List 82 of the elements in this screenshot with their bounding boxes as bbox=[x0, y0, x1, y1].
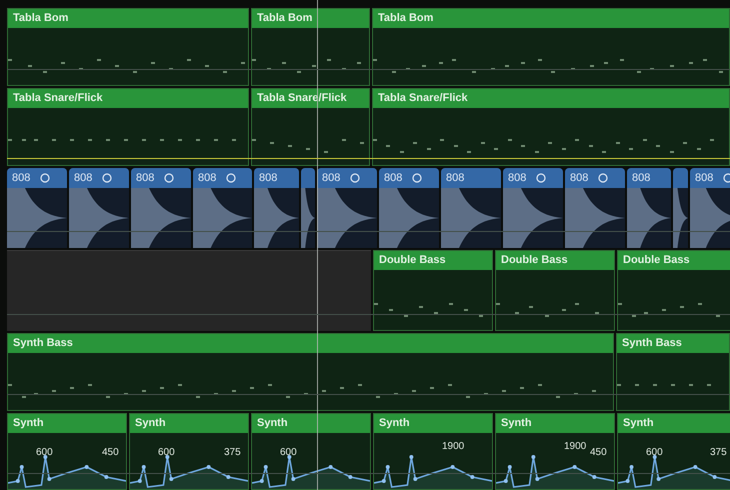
midi-region[interactable]: Double Bass bbox=[617, 250, 730, 331]
region-label: Tabla Snare/Flick bbox=[8, 89, 248, 108]
region-label: 808 bbox=[322, 172, 340, 184]
midi-region[interactable]: Tabla Bom bbox=[372, 8, 730, 86]
region-label: Tabla Bom bbox=[373, 9, 729, 28]
decay-waveform bbox=[193, 188, 252, 248]
drum-region[interactable]: 808 bbox=[193, 168, 252, 248]
region-label: 808 bbox=[695, 172, 714, 184]
automation-value: 1900 bbox=[442, 441, 464, 452]
midi-region[interactable]: Synth Bass bbox=[616, 333, 730, 411]
region-label: Synth bbox=[252, 414, 370, 433]
drum-region[interactable]: 808 bbox=[69, 168, 129, 248]
drum-region[interactable]: 808 bbox=[7, 168, 67, 248]
region-label: Tabla Bom bbox=[252, 9, 369, 28]
region-label: Synth bbox=[130, 414, 248, 433]
region-label: Synth bbox=[374, 414, 492, 433]
region-label: Synth Bass bbox=[617, 334, 729, 353]
decay-waveform bbox=[317, 188, 377, 248]
automation-value: 600 bbox=[280, 447, 297, 458]
decay-waveform bbox=[690, 188, 730, 248]
decay-waveform bbox=[301, 188, 315, 248]
region-label: Double Bass bbox=[618, 251, 730, 270]
drum-region[interactable] bbox=[301, 168, 315, 248]
midi-region[interactable]: Synth 600 bbox=[251, 413, 371, 490]
midi-region[interactable]: Tabla Snare/Flick bbox=[372, 88, 730, 166]
decay-waveform bbox=[441, 188, 501, 248]
drum-region[interactable]: 808 bbox=[690, 168, 730, 248]
automation-value: 450 bbox=[590, 447, 607, 458]
region-label: 808 bbox=[198, 172, 216, 184]
region-label: 808 bbox=[508, 172, 526, 184]
region-label: 808 bbox=[136, 172, 154, 184]
midi-region[interactable]: Tabla Snare/Flick bbox=[7, 88, 249, 166]
decay-waveform bbox=[254, 188, 299, 248]
midi-region[interactable]: Synth 1900 bbox=[373, 413, 493, 490]
decay-waveform bbox=[379, 188, 439, 248]
midi-region[interactable]: Synth 600 375 bbox=[617, 413, 730, 490]
drum-region[interactable]: 808 bbox=[627, 168, 671, 248]
midi-region[interactable]: Tabla Bom bbox=[251, 8, 370, 86]
region-label: Synth Bass bbox=[8, 334, 613, 353]
automation-value: 600 bbox=[646, 447, 663, 458]
automation-value: 375 bbox=[224, 447, 241, 458]
midi-region[interactable]: Synth 1900 450 bbox=[495, 413, 615, 490]
region-label: Double Bass bbox=[496, 251, 614, 270]
drum-region[interactable]: 808 bbox=[254, 168, 299, 248]
decay-waveform bbox=[69, 188, 129, 248]
midi-region[interactable]: Double Bass bbox=[373, 250, 493, 331]
region-label: Synth bbox=[8, 414, 126, 433]
region-label: 808 bbox=[632, 172, 650, 184]
drum-region[interactable]: 808 bbox=[317, 168, 377, 248]
drum-region[interactable] bbox=[673, 168, 688, 248]
decay-waveform bbox=[503, 188, 563, 248]
region-label: Synth bbox=[496, 414, 614, 433]
midi-region[interactable]: Synth Bass bbox=[7, 333, 614, 411]
automation-value: 600 bbox=[158, 447, 175, 458]
region-label: 808 bbox=[12, 172, 30, 184]
decay-waveform bbox=[565, 188, 625, 248]
drum-region[interactable]: 808 bbox=[441, 168, 501, 248]
midi-region[interactable]: Synth 600 450 bbox=[7, 413, 127, 490]
region-label: 808 bbox=[570, 172, 588, 184]
automation-value: 600 bbox=[36, 447, 53, 458]
region-label: 808 bbox=[74, 172, 92, 184]
automation-value: 375 bbox=[710, 447, 727, 458]
region-label: Tabla Bom bbox=[8, 9, 248, 28]
region-label: 808 bbox=[259, 172, 278, 184]
decay-waveform bbox=[131, 188, 191, 248]
drum-region[interactable]: 808 bbox=[131, 168, 191, 248]
drum-region[interactable]: 808 bbox=[503, 168, 563, 248]
decay-waveform bbox=[627, 188, 671, 248]
midi-region[interactable]: Double Bass bbox=[495, 250, 615, 331]
region-label: 808 bbox=[384, 172, 402, 184]
region-label: Synth bbox=[618, 414, 730, 433]
automation-value: 450 bbox=[102, 447, 119, 458]
midi-region[interactable]: Tabla Bom bbox=[7, 8, 249, 86]
region-label: Double Bass bbox=[374, 251, 492, 270]
decay-waveform bbox=[7, 188, 67, 248]
drum-region[interactable]: 808 bbox=[379, 168, 439, 248]
automation-value: 1900 bbox=[564, 441, 586, 452]
region-label: Tabla Snare/Flick bbox=[373, 89, 729, 108]
decay-waveform bbox=[673, 188, 688, 248]
region-label: 808 bbox=[446, 172, 464, 184]
drum-region[interactable]: 808 bbox=[565, 168, 625, 248]
midi-region[interactable]: Synth 600 375 bbox=[129, 413, 249, 490]
